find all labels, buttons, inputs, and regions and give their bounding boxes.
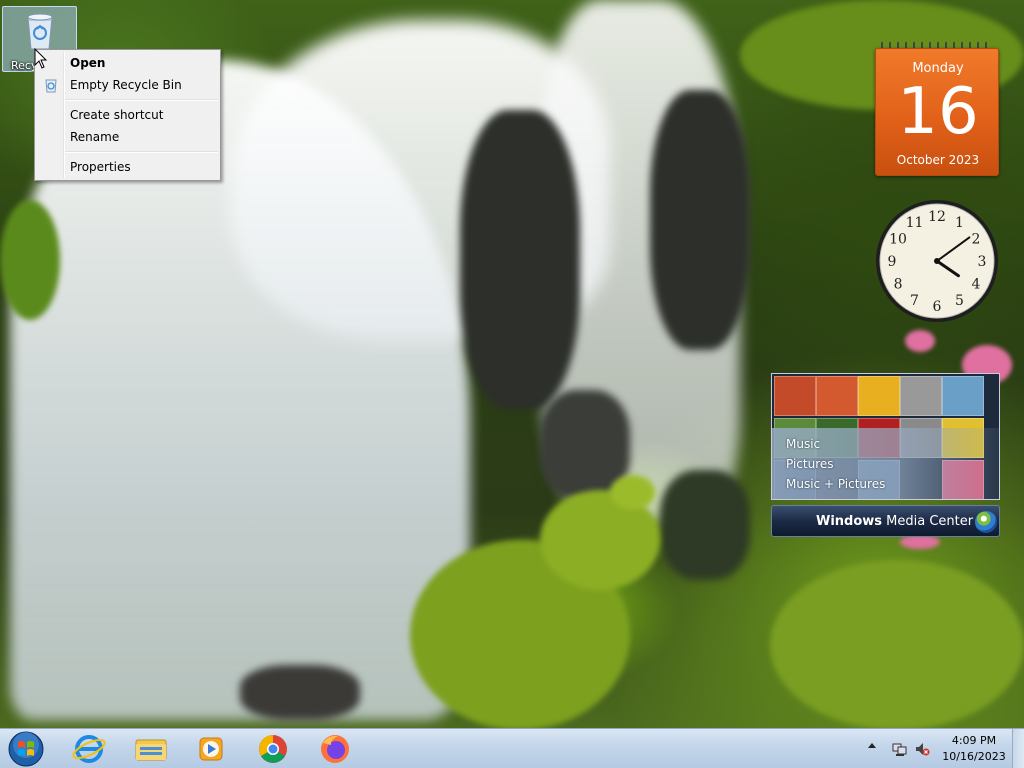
clock-numeral: 7 [910, 293, 919, 309]
taskbar-clock-time[interactable]: 4:09 PM [940, 734, 1008, 747]
media-thumbnail[interactable] [900, 376, 942, 416]
menu-item-properties[interactable]: Properties [37, 156, 218, 178]
clock-numeral: 6 [933, 299, 942, 315]
media-center-title-bar[interactable]: Windows Media Center [771, 505, 1000, 537]
volume-muted-icon[interactable] [914, 741, 930, 757]
calendar-day-of-week: Monday [912, 61, 964, 76]
firefox-icon [321, 735, 349, 763]
boulder [240, 665, 360, 720]
clock-numeral: 2 [972, 232, 981, 248]
recycle-bin-icon [27, 13, 53, 50]
media-center-gadget[interactable]: Music Pictures Music + Pictures [771, 373, 1000, 500]
menu-item-empty-recycle-bin[interactable]: Empty Recycle Bin [37, 74, 218, 96]
mouse-cursor-icon [34, 48, 48, 69]
taskbar: 4:09 PM 10/16/2023 [0, 728, 1024, 768]
clock-numeral: 1 [955, 215, 964, 231]
clock-numeral: 8 [894, 277, 903, 293]
clock-numeral: 4 [972, 277, 981, 293]
media-center-title-suffix: Media Center [882, 514, 974, 529]
file-explorer-icon [135, 739, 167, 761]
media-thumbnail[interactable] [816, 376, 858, 416]
taskbar-chrome[interactable] [246, 731, 300, 767]
recycle-bin-icon [45, 79, 57, 93]
menu-item-rename[interactable]: Rename [37, 126, 218, 148]
clock-center-pin [934, 258, 940, 264]
clock-numeral: 3 [978, 254, 987, 270]
internet-explorer-icon [72, 735, 106, 763]
cliff-rock [460, 110, 580, 410]
mossy-ground [770, 560, 1024, 728]
show-desktop-button[interactable] [1012, 729, 1024, 768]
clock-numeral: 12 [928, 209, 946, 225]
show-hidden-icons-icon[interactable] [868, 743, 876, 748]
media-thumbnail[interactable] [858, 376, 900, 416]
taskbar-firefox[interactable] [308, 731, 362, 767]
context-menu: Open Empty Recycle Bin Create shortcut R… [34, 49, 221, 181]
media-center-title: Windows Media Center [816, 514, 973, 529]
calendar-gadget[interactable]: Monday 16 October 2023 [875, 42, 999, 176]
menu-item-open[interactable]: Open [37, 52, 218, 74]
pink-flowers [900, 535, 940, 549]
menu-item-label: Properties [70, 160, 131, 174]
chrome-icon [259, 735, 287, 763]
media-center-item-pictures[interactable]: Pictures [786, 457, 834, 471]
taskbar-windows-media-player[interactable] [184, 731, 238, 767]
taskbar-file-explorer[interactable] [124, 731, 178, 767]
media-thumbnail[interactable] [942, 376, 984, 416]
mossy-rock [610, 475, 655, 510]
clock-gadget[interactable]: 12 12 3 45678 9 1011 [874, 198, 1000, 324]
menu-item-create-shortcut[interactable]: Create shortcut [37, 104, 218, 126]
calendar-page: Monday 16 October 2023 [875, 48, 999, 176]
moss-foliage [0, 200, 60, 320]
menu-separator [65, 151, 218, 153]
menu-item-label: Open [70, 56, 106, 70]
windows-logo-icon [975, 511, 997, 533]
cliff-rock [650, 90, 750, 350]
network-icon[interactable] [892, 741, 908, 757]
calendar-month-year: October 2023 [896, 153, 980, 167]
media-thumbnail[interactable] [774, 376, 816, 416]
taskbar-internet-explorer[interactable] [62, 731, 116, 767]
menu-item-label: Create shortcut [70, 108, 164, 122]
menu-separator [65, 99, 218, 101]
menu-item-label: Rename [70, 130, 120, 144]
clock-numeral: 10 [889, 232, 907, 248]
media-center-item-music[interactable]: Music [786, 437, 820, 451]
clock-numeral: 5 [955, 293, 964, 309]
windows-media-player-icon [199, 737, 223, 761]
calendar-date-number: 16 [897, 75, 979, 149]
menu-item-label: Empty Recycle Bin [70, 78, 182, 92]
boulder [660, 470, 750, 580]
clock-numeral: 11 [906, 215, 924, 231]
windows-start-orb-icon[interactable] [6, 730, 46, 768]
pink-flowers [905, 330, 935, 352]
media-center-title-prefix: Windows [816, 514, 883, 529]
clock-numeral: 9 [888, 254, 897, 270]
media-center-item-music-pictures[interactable]: Music + Pictures [786, 477, 885, 491]
taskbar-clock-date[interactable]: 10/16/2023 [940, 750, 1008, 763]
